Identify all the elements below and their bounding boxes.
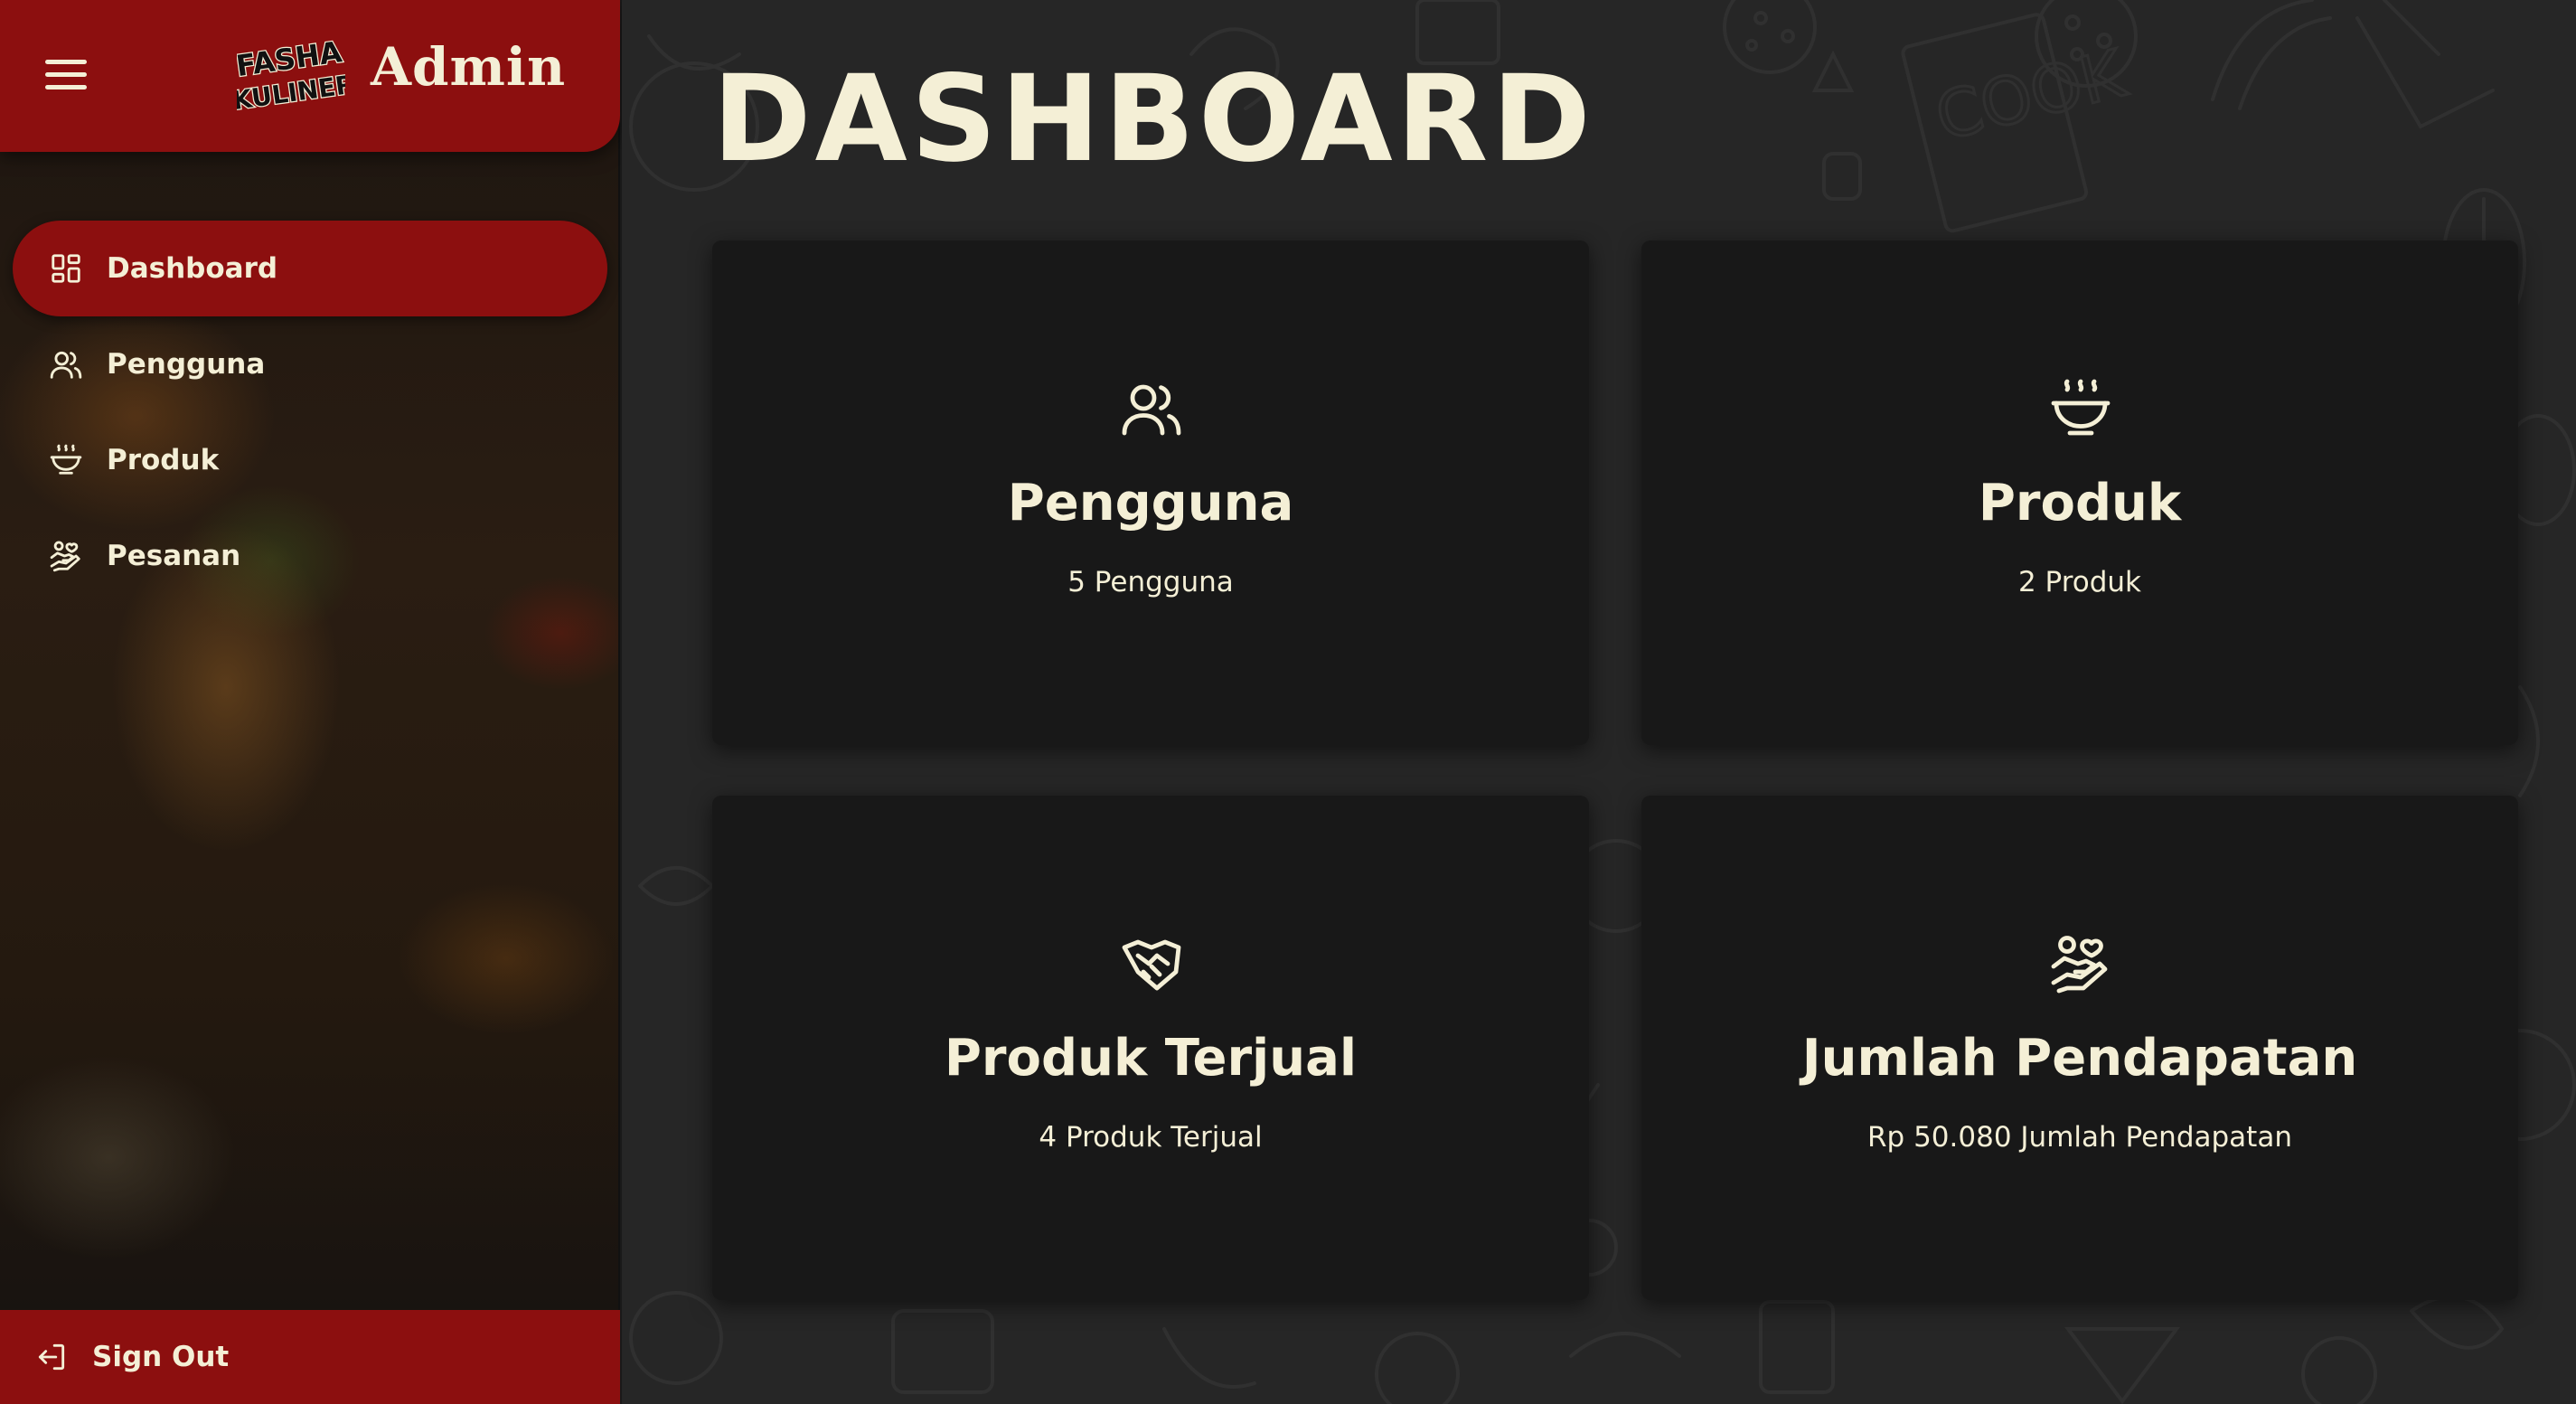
handshake-icon	[1122, 939, 1181, 991]
users-icon	[1122, 384, 1181, 436]
card-title: Jumlah Pendapatan	[1801, 1029, 2358, 1088]
stat-card-produk[interactable]: Produk 2 Produk	[1641, 240, 2518, 745]
sidebar-item-label: Pengguna	[107, 348, 266, 381]
admin-title: Admin	[371, 36, 567, 98]
bowl-icon	[2051, 379, 2111, 436]
sidebar-item-pesanan[interactable]: Pesanan	[13, 508, 607, 604]
sidebar-item-label: Pesanan	[107, 540, 241, 572]
sidebar-item-dashboard[interactable]: Dashboard	[13, 221, 607, 316]
card-title: Produk Terjual	[944, 1029, 1358, 1088]
sidebar-nav: Dashboard Pengguna Produk Pesanan	[13, 221, 607, 604]
users-icon	[50, 351, 82, 379]
stat-card-jumlah-pendapatan[interactable]: Jumlah Pendapatan Rp 50.080 Jumlah Penda…	[1641, 796, 2518, 1300]
sidebar-item-produk[interactable]: Produk	[13, 412, 607, 508]
sidebar-item-label: Dashboard	[107, 252, 278, 285]
stat-card-produk-terjual[interactable]: Produk Terjual 4 Produk Terjual	[712, 796, 1589, 1300]
dashboard-grid-icon	[52, 254, 80, 283]
hand-heart-icon	[50, 541, 80, 572]
card-value: 5 Pengguna	[1067, 566, 1234, 598]
stat-card-pengguna[interactable]: Pengguna 5 Pengguna	[712, 240, 1589, 745]
svg-text:COOK: COOK	[1929, 35, 2134, 155]
page-title: DASHBOARD	[712, 50, 1594, 189]
hamburger-menu-icon[interactable]	[45, 60, 87, 92]
brand-bar: FASHA KULINER Admin	[0, 0, 620, 152]
sign-out-label: Sign Out	[92, 1341, 230, 1373]
sidebar: FASHA KULINER Admin Dashboard Pengguna P…	[0, 0, 620, 1404]
sidebar-item-label: Produk	[107, 444, 220, 476]
sign-out-button[interactable]: Sign Out	[0, 1310, 620, 1404]
hand-heart-icon	[2051, 936, 2108, 994]
card-value: Rp 50.080 Jumlah Pendapatan	[1867, 1121, 2292, 1154]
card-value: 2 Produk	[2017, 566, 2142, 598]
sign-out-icon	[38, 1343, 65, 1371]
card-title: Produk	[1978, 474, 2182, 532]
card-value: 4 Produk Terjual	[1039, 1121, 1263, 1154]
fasha-kuliner-logo: FASHA KULINER	[237, 36, 345, 112]
sidebar-item-pengguna[interactable]: Pengguna	[13, 316, 607, 412]
card-title: Pengguna	[1007, 474, 1294, 532]
bowl-icon	[50, 444, 82, 475]
main-content: COOK DASHBOARD Pengguna 5 Pengguna Produ…	[622, 0, 2576, 1404]
